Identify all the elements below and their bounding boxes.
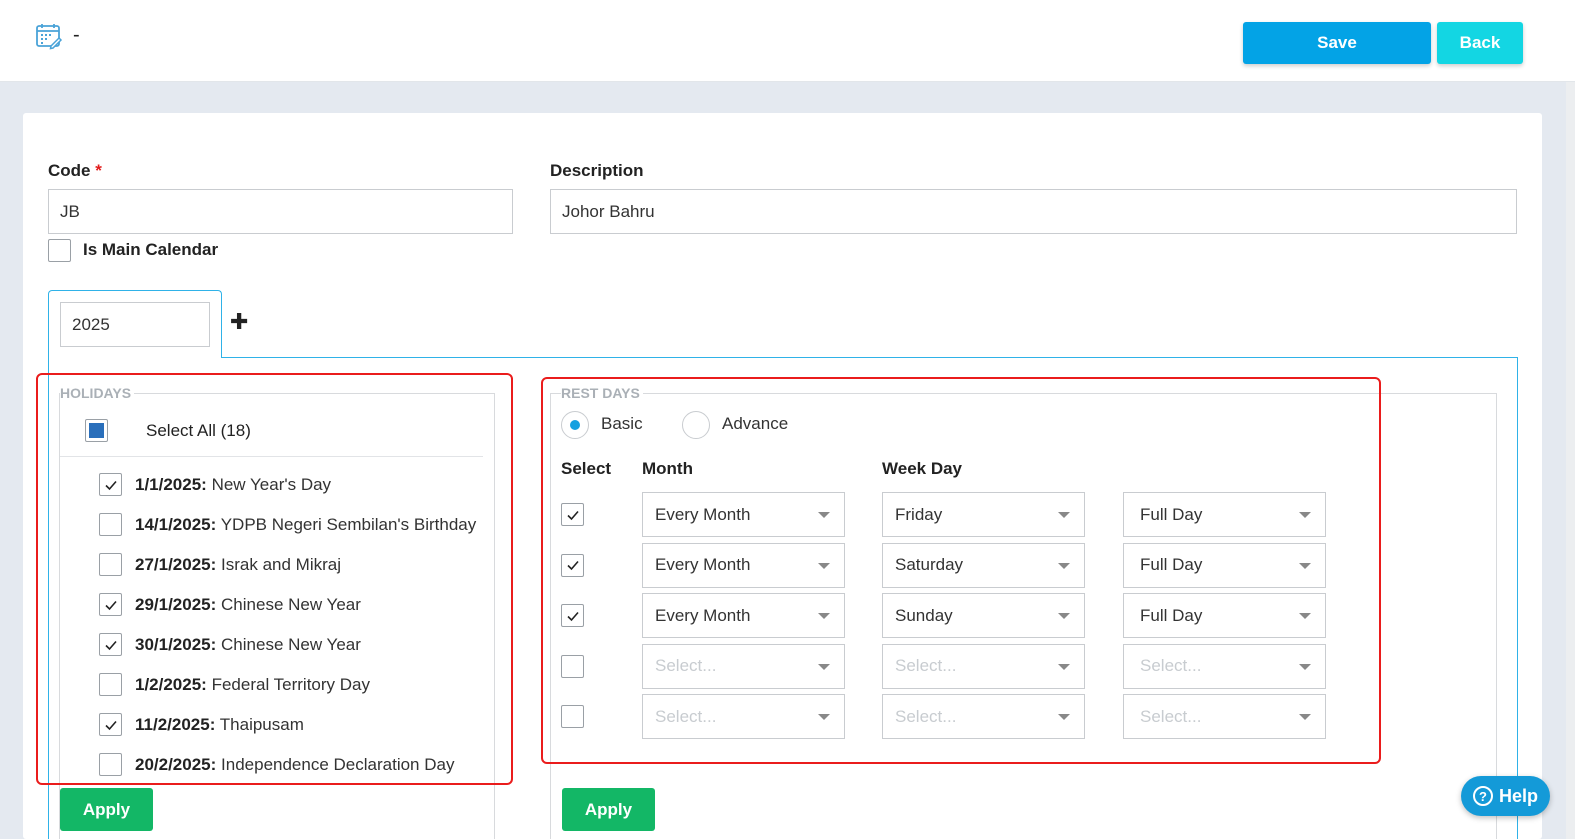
chevron-down-icon [1058, 714, 1070, 720]
holidays-legend: HOLIDAYS [60, 385, 135, 401]
holiday-checkbox[interactable] [99, 673, 122, 696]
rest-days-apply-button[interactable]: Apply [562, 788, 655, 831]
holiday-checkbox[interactable] [99, 753, 122, 776]
help-label: Help [1499, 785, 1539, 806]
select-all-checkbox[interactable] [85, 419, 108, 442]
month-select[interactable]: Select... [642, 643, 845, 689]
duration-select-value: Full Day [1140, 504, 1203, 524]
col-month-header: Month [642, 459, 693, 478]
rest-days-legend: REST DAYS [561, 385, 643, 401]
holiday-label: 14/1/2025: YDPB Negeri Sembilan's Birthd… [135, 515, 477, 534]
weekday-select-value: Select... [895, 706, 957, 726]
month-select[interactable]: Every Month [642, 542, 845, 588]
save-button[interactable]: Save [1243, 22, 1431, 64]
duration-select[interactable]: Select... [1123, 694, 1326, 739]
year-input[interactable]: 2025 [60, 302, 210, 347]
chevron-down-icon [1299, 512, 1311, 518]
holiday-label: 20/2/2025: Independence Declaration Day [135, 755, 455, 774]
weekday-select[interactable]: Select... [882, 694, 1085, 739]
main-calendar-label: Is Main Calendar [83, 240, 219, 259]
page-scrollbar[interactable] [1566, 82, 1575, 839]
advance-radio[interactable] [682, 411, 710, 439]
holiday-label: 1/1/2025: New Year's Day [135, 475, 332, 494]
rest-day-checkbox[interactable] [561, 604, 584, 627]
month-select-value: Select... [655, 656, 717, 675]
holiday-checkbox[interactable] [99, 713, 122, 736]
calendar-edit-icon [35, 22, 63, 50]
weekday-select-value: Sunday [895, 605, 953, 625]
chevron-down-icon [1058, 512, 1070, 518]
holiday-label: 1/2/2025: Federal Territory Day [135, 675, 370, 694]
basic-radio[interactable] [561, 411, 589, 439]
weekday-select-value: Saturday [895, 555, 964, 574]
page-title: - [73, 24, 80, 46]
chevron-down-icon [818, 663, 830, 670]
help-button[interactable]: ? Help [1461, 776, 1550, 816]
rest-day-checkbox[interactable] [561, 654, 584, 678]
chevron-down-icon [1299, 613, 1311, 619]
weekday-select-value: Friday [895, 504, 943, 524]
month-select[interactable]: Every Month [642, 492, 845, 537]
chevron-down-icon [1299, 562, 1311, 569]
duration-select-value: Select... [1140, 706, 1202, 726]
divider [60, 456, 483, 457]
holiday-checkbox[interactable] [99, 553, 122, 576]
plus-icon[interactable]: ✚ [230, 309, 248, 335]
col-weekday-header: Week Day [882, 459, 963, 478]
duration-select-value: Full Day [1140, 555, 1203, 574]
rest-day-checkbox[interactable] [561, 553, 584, 577]
advance-label: Advance [722, 414, 789, 433]
chevron-down-icon [818, 613, 830, 619]
weekday-select-value: Select... [895, 656, 957, 675]
holiday-checkbox[interactable] [99, 513, 122, 536]
holiday-label: 30/1/2025: Chinese New Year [135, 635, 361, 654]
duration-select[interactable]: Full Day [1123, 542, 1326, 588]
chevron-down-icon [1058, 613, 1070, 619]
weekday-select[interactable]: Friday [882, 492, 1085, 537]
month-select-value: Every Month [655, 504, 751, 524]
main-calendar-checkbox[interactable] [48, 239, 71, 262]
holiday-label: 27/1/2025: Israk and Mikraj [135, 555, 342, 574]
holidays-apply-button[interactable]: Apply [60, 788, 153, 831]
chevron-down-icon [1058, 562, 1070, 569]
duration-select[interactable]: Full Day [1123, 593, 1326, 638]
duration-select[interactable]: Select... [1123, 643, 1326, 689]
chevron-down-icon [818, 512, 830, 518]
weekday-select[interactable]: Saturday [882, 542, 1085, 588]
chevron-down-icon [1299, 714, 1311, 720]
month-select-value: Every Month [655, 605, 751, 625]
weekday-select[interactable]: Select... [882, 643, 1085, 689]
month-select[interactable]: Select... [642, 694, 845, 739]
description-input[interactable]: Johor Bahru [550, 189, 1517, 234]
duration-select-value: Full Day [1140, 605, 1203, 625]
month-select-value: Every Month [655, 555, 751, 574]
weekday-select[interactable]: Sunday [882, 593, 1085, 638]
holiday-checkbox[interactable] [99, 473, 122, 496]
month-select[interactable]: Every Month [642, 593, 845, 638]
chevron-down-icon [1299, 663, 1311, 670]
holiday-checkbox[interactable] [99, 593, 122, 616]
holiday-label: 29/1/2025: Chinese New Year [135, 595, 361, 614]
description-label: Description [550, 161, 644, 180]
duration-select[interactable]: Full Day [1123, 492, 1326, 537]
rest-day-checkbox[interactable] [561, 503, 584, 526]
holiday-checkbox[interactable] [99, 633, 122, 656]
top-bar: - Save Back [0, 0, 1575, 82]
month-select-value: Select... [655, 706, 717, 726]
holiday-label: 11/2/2025: Thaipusam [135, 715, 304, 734]
select-all-label: Select All (18) [146, 421, 251, 440]
tab-year-2025[interactable]: 2025 [48, 290, 222, 358]
question-icon: ? [1473, 786, 1493, 806]
chevron-down-icon [818, 714, 830, 720]
col-select-header: Select [561, 459, 612, 478]
rest-day-checkbox[interactable] [561, 705, 584, 728]
code-label: Code * [48, 161, 102, 180]
code-input[interactable]: JB [48, 189, 513, 234]
duration-select-value: Select... [1140, 656, 1202, 675]
chevron-down-icon [1058, 663, 1070, 670]
basic-label: Basic [601, 414, 643, 433]
back-button[interactable]: Back [1437, 22, 1523, 64]
chevron-down-icon [818, 562, 830, 569]
